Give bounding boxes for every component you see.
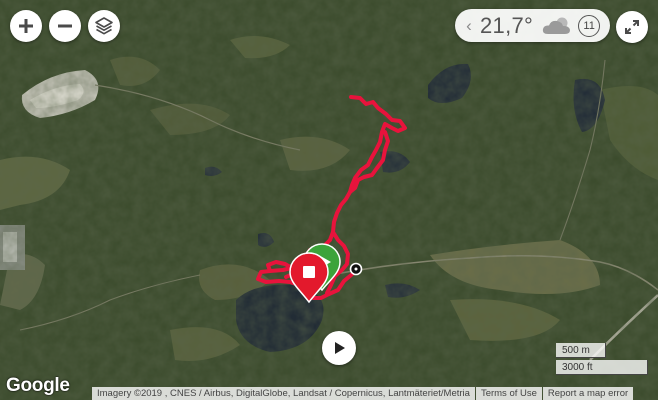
weather-widget[interactable]: ‹ 21,7° 11 <box>455 9 610 42</box>
wind-speed-value: 11 <box>583 19 595 32</box>
minus-icon <box>58 24 72 28</box>
terms-of-use-link[interactable]: Terms of Use <box>475 387 542 400</box>
scale-imperial: 3000 ft <box>556 360 648 375</box>
plus-icon <box>19 19 33 33</box>
expand-icon <box>625 20 639 34</box>
attribution-bar: Imagery ©2019 , CNES / Airbus, DigitalGl… <box>92 387 658 400</box>
zoom-out-button[interactable] <box>49 10 81 42</box>
play-icon <box>335 342 345 354</box>
fullscreen-button[interactable] <box>616 11 648 43</box>
layers-icon <box>95 17 113 35</box>
scale-metric: 500 m <box>556 343 606 358</box>
zoom-in-button[interactable] <box>10 10 42 42</box>
report-map-error-link[interactable]: Report a map error <box>542 387 634 400</box>
layers-button[interactable] <box>88 10 120 42</box>
play-route-button[interactable] <box>322 331 356 365</box>
cloud-icon <box>542 17 571 34</box>
wind-speed-badge: 11 <box>578 14 601 37</box>
temperature-value: 21,7° <box>480 12 534 38</box>
chevron-left-icon[interactable]: ‹ <box>459 16 479 36</box>
google-logo[interactable]: Google <box>6 375 70 397</box>
map-canvas[interactable]: ‹ 21,7° 11 500 m 3000 ft Google Imagery … <box>0 0 658 400</box>
map-scale: 500 m 3000 ft <box>556 343 648 375</box>
imagery-attribution: Imagery ©2019 , CNES / Airbus, DigitalGl… <box>92 387 475 400</box>
